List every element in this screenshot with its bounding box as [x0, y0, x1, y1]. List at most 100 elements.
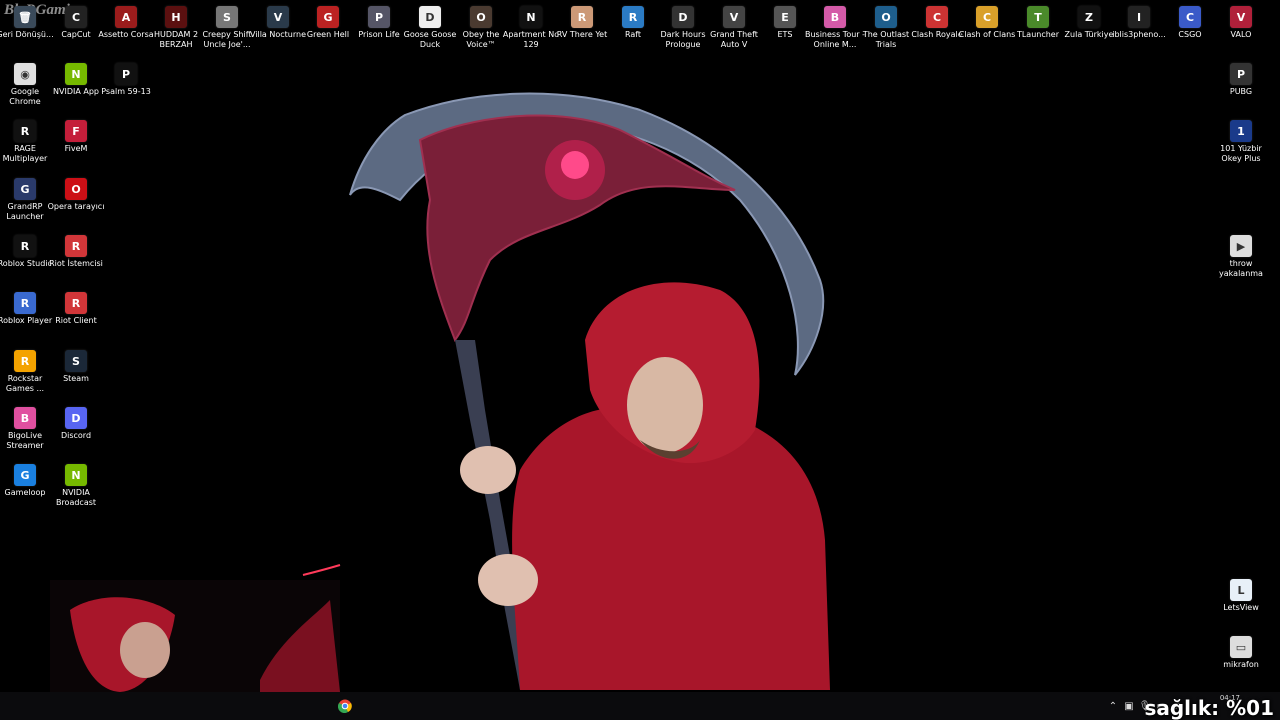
desktop-icon-gameloop[interactable]: G Gameloop [0, 464, 50, 498]
riot-client-icon: R [65, 292, 87, 314]
riot-istemcisi-icon: R [65, 235, 87, 257]
desktop-icon-label: Steam [63, 374, 89, 383]
letsview-icon: L [1230, 579, 1252, 601]
desktop-icon-label: PUBG [1229, 87, 1253, 96]
green-hell-icon: G [317, 6, 339, 28]
goose-goose-duck-icon: D [419, 6, 441, 28]
desktop-icon-throw-yakalanma[interactable]: ▶ throw yakalanma [1216, 235, 1266, 279]
desktop-icon-business-tour[interactable]: B Business Tour - Online M... [805, 6, 865, 50]
desktop-icon-fivem[interactable]: F FiveM [51, 120, 101, 154]
desktop-icon-raft[interactable]: R Raft [608, 6, 658, 40]
obey-the-voice-icon: O [470, 6, 492, 28]
dark-hours-icon: D [672, 6, 694, 28]
ets-icon: E [774, 6, 796, 28]
desktop-icon-bigolive-streamer[interactable]: B BigoLive Streamer [0, 407, 50, 451]
desktop-icon-green-hell[interactable]: G Green Hell [303, 6, 353, 40]
rockstar-games-icon: R [14, 350, 36, 372]
desktop-icon-rage-multiplayer[interactable]: R RAGE Multiplayer [0, 120, 50, 164]
desktop-icon-label: FiveM [64, 144, 88, 153]
desktop-wallpaper [0, 0, 1280, 720]
desktop-icon-dark-hours[interactable]: D Dark Hours Prologue [658, 6, 708, 50]
outlast-trials-icon: O [875, 6, 897, 28]
desktop-icon-ets[interactable]: E ETS [760, 6, 810, 40]
desktop-icon-roblox-studio[interactable]: R Roblox Studio [0, 235, 52, 269]
desktop-icon-pubg[interactable]: P PUBG [1216, 63, 1266, 97]
desktop-icon-gta-v[interactable]: V Grand Theft Auto V [709, 6, 759, 50]
huddam-2-icon: H [165, 6, 187, 28]
raft-icon: R [622, 6, 644, 28]
fivem-icon: F [65, 120, 87, 142]
hand-upper [460, 446, 516, 494]
face [627, 357, 703, 453]
desktop-icon-grandrp-launcher[interactable]: G GrandRP Launcher [0, 178, 50, 222]
apartment-129-icon: N [520, 6, 542, 28]
desktop-icon-goose-goose-duck[interactable]: D Goose Goose Duck [404, 6, 456, 50]
desktop-icon-steam[interactable]: S Steam [51, 350, 101, 384]
desktop-icon-riot-client[interactable]: R Riot Client [51, 292, 101, 326]
csgo-icon: C [1179, 6, 1201, 28]
desktop-icon-label: throw yakalanma [1219, 259, 1263, 278]
hand-lower [478, 554, 538, 606]
capcut-icon: C [65, 6, 87, 28]
desktop-icon-creepy-shift[interactable]: S Creepy Shift Uncle Joe'... [202, 6, 252, 50]
roblox-studio-icon: R [14, 235, 36, 257]
tlauncher-icon: T [1027, 6, 1049, 28]
desktop-icon-csgo[interactable]: C CSGO [1165, 6, 1215, 40]
desktop-icon-opera[interactable]: O Opera tarayıcı [48, 178, 104, 212]
assetto-corsa-icon: A [115, 6, 137, 28]
desktop-icon-clash-royale[interactable]: C Clash Royale [911, 6, 963, 40]
desktop-icon-nvidia-broadcast[interactable]: N NVIDIA Broadcast [51, 464, 101, 508]
health-overlay-text: sağlık: %01 [1144, 696, 1274, 720]
steam-icon: S [65, 350, 87, 372]
grandrp-launcher-icon: G [14, 178, 36, 200]
zula-turkiye-icon: Z [1078, 6, 1100, 28]
desktop-icon-huddam-2[interactable]: H HUDDAM 2 BERZAH [151, 6, 201, 50]
desktop-icon-capcut[interactable]: C CapCut [51, 6, 101, 40]
desktop-icon-tlauncher[interactable]: T TLauncher [1013, 6, 1063, 40]
desktop-icon-riot-istemcisi[interactable]: R Riot İstemcisi [49, 235, 103, 269]
desktop-icon-geri-donusum[interactable]: 🗑 Geri Dönüşü... [0, 6, 54, 40]
desktop-icon-discord[interactable]: D Discord [51, 407, 101, 441]
bigolive-streamer-icon: B [14, 407, 36, 429]
desktop-icon-mikrafon[interactable]: ▭ mikrafon [1216, 636, 1266, 670]
villa-nocturne-icon: V [267, 6, 289, 28]
desktop-icon-label: Psalm 59-13 [101, 87, 151, 96]
desktop-icon-nvidia-app[interactable]: N NVIDIA App [51, 63, 101, 97]
opera-icon: O [65, 178, 87, 200]
business-tour-icon: B [824, 6, 846, 28]
desktop-icon-obey-the-voice[interactable]: O Obey the Voice™ [456, 6, 506, 50]
desktop-icon-psalm-59-13[interactable]: P Psalm 59-13 [101, 63, 151, 97]
desktop-icon-villa-nocturne[interactable]: V Villa Nocturne [250, 6, 306, 40]
desktop-icon-label: Opera tarayıcı [47, 202, 105, 211]
desktop-icon-google-chrome[interactable]: ◉ Google Chrome [0, 63, 50, 107]
desktop-icon-iblis3pheno[interactable]: Iiblis3pheno... [1112, 6, 1166, 40]
rv-there-yet-icon: R [571, 6, 593, 28]
desktop-icon-outlast-trials[interactable]: O The Outlast Trials [861, 6, 911, 50]
desktop-icon-assetto-corsa[interactable]: A Assetto Corsa [98, 6, 154, 40]
geri-donusum-icon: 🗑 [14, 6, 36, 28]
chrome-taskbar-icon[interactable] [336, 697, 354, 715]
taskbar: ⌃ ▣ 🎙 ▭ ♪ 04:17 [0, 692, 1280, 720]
creepy-shift-icon: S [216, 6, 238, 28]
google-chrome-icon: ◉ [14, 63, 36, 85]
psalm-59-13-icon: P [115, 63, 137, 85]
valo-icon: V [1230, 6, 1252, 28]
nvidia-broadcast-icon: N [65, 464, 87, 486]
desktop-icon-clash-of-clans[interactable]: C Clash of Clans [959, 6, 1015, 40]
desktop-icon-prison-life[interactable]: P Prison Life [354, 6, 404, 40]
desktop-icon-label: LetsView [1223, 603, 1259, 612]
desktop-icon-label: mikrafon [1223, 660, 1259, 669]
discord-icon: D [65, 407, 87, 429]
rage-multiplayer-icon: R [14, 120, 36, 142]
desktop-icon-letsview[interactable]: L LetsView [1216, 579, 1266, 613]
desktop-icon-101-yuzbir-okey[interactable]: 1 101 Yüzbir Okey Plus [1216, 120, 1266, 164]
desktop-icon-valo[interactable]: V VALO [1216, 6, 1266, 40]
roblox-player-icon: R [14, 292, 36, 314]
desktop-icon-label: NVIDIA Broadcast [55, 488, 97, 507]
desktop-icon-roblox-player[interactable]: R Roblox Player [0, 292, 52, 326]
desktop-icon-zula-turkiye[interactable]: Z Zula Türkiye [1064, 6, 1114, 40]
desktop-icon-apartment-129[interactable]: N Apartment No 129 [503, 6, 559, 50]
desktop-icon-label: Discord [60, 431, 92, 440]
desktop-icon-rv-there-yet[interactable]: R RV There Yet [557, 6, 607, 40]
desktop-icon-rockstar-games[interactable]: R Rockstar Games ... [0, 350, 50, 394]
